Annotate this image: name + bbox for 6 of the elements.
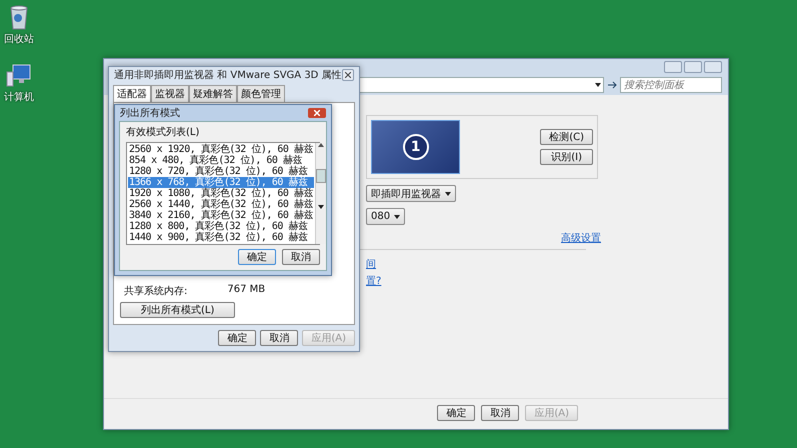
shared-memory-value: 767 MB — [227, 284, 266, 297]
list-label: 有效模式列表(L) — [126, 126, 200, 139]
dialog-title: 通用非即插即用监视器 和 VMware SVGA 3D 属性 — [114, 68, 342, 82]
dialog-title: 列出所有模式 — [120, 106, 180, 120]
display-number: 1 — [402, 134, 429, 160]
shared-memory-label: 共享系统内存: — [124, 284, 188, 298]
